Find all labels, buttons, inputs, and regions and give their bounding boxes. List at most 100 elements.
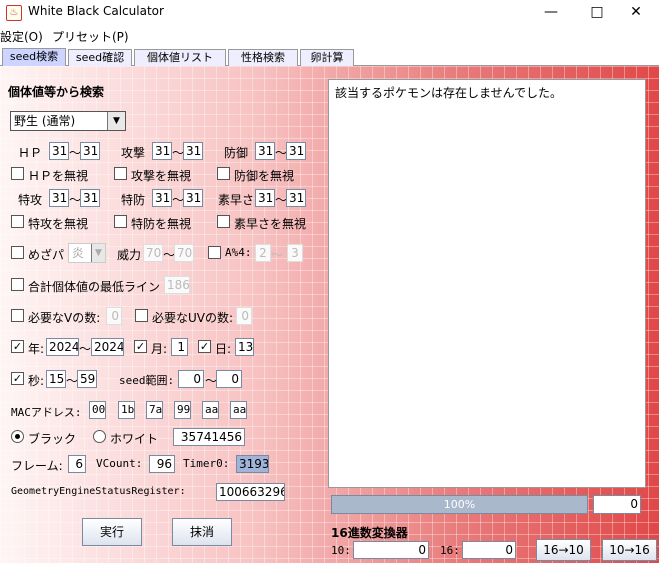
hex-input[interactable]: 0 <box>462 541 516 559</box>
hp-max-input[interactable]: 31 <box>80 142 100 160</box>
menu-bar: 設定(O) プリセット(P) <box>0 26 659 46</box>
needed-v-checkbox[interactable] <box>11 309 24 322</box>
hp-label: ＨＰ <box>18 146 43 160</box>
spa-min-input[interactable]: 31 <box>49 189 69 207</box>
chevron-down-icon[interactable]: ▼ <box>91 244 105 262</box>
encounter-select[interactable]: 野生 (通常) ▼ <box>10 111 126 131</box>
tab-seed-search[interactable]: seed検索 <box>2 48 66 66</box>
def-ignore-label: 防御を無視 <box>234 169 295 183</box>
atk-max-input[interactable]: 31 <box>183 142 203 160</box>
total-iv-label: 合計個体値の最低ライン <box>28 280 161 294</box>
power-max-input[interactable]: 70 <box>174 244 194 262</box>
encounter-value: 野生 (通常) <box>14 114 76 128</box>
menu-settings[interactable]: 設定(O) <box>0 28 43 45</box>
month-input[interactable]: 1 <box>171 338 188 356</box>
atk-min-input[interactable]: 31 <box>152 142 172 160</box>
year-label: 年: <box>28 342 45 356</box>
mac-byte-input[interactable]: 99 <box>174 401 191 419</box>
hidden-power-type: 炎 <box>72 246 85 260</box>
seed-range-label: seed範囲: <box>119 374 175 387</box>
hp-ignore-checkbox[interactable] <box>11 167 24 180</box>
def-min-input[interactable]: 31 <box>255 142 275 160</box>
run-button[interactable]: 実行 <box>82 518 142 546</box>
spd-min-input[interactable]: 31 <box>152 189 172 207</box>
dec-input[interactable]: 0 <box>353 541 429 559</box>
year-to-input[interactable]: 2024 <box>91 338 124 356</box>
chevron-down-icon[interactable]: ▼ <box>107 112 125 130</box>
tab-seed-check[interactable]: seed確認 <box>68 49 132 66</box>
spa-max-input[interactable]: 31 <box>80 189 100 207</box>
atk-label: 攻撃 <box>121 146 146 160</box>
seconds-from-input[interactable]: 15 <box>46 370 66 388</box>
hp-ignore-label: ＨＰを無視 <box>28 169 89 183</box>
tab-egg-calc[interactable]: 卵計算 <box>300 49 354 66</box>
needed-v-input[interactable]: 0 <box>106 307 122 325</box>
id-input[interactable]: 35741456 <box>173 428 245 446</box>
day-label: 日: <box>215 342 232 356</box>
main-panel: 個体値等から検索 野生 (通常) ▼ ＨＰ 31 〜 31 攻撃 31 〜 31… <box>0 66 659 563</box>
seconds-checkbox[interactable]: ✓ <box>11 372 24 385</box>
mac-byte-input[interactable]: 00 <box>89 401 106 419</box>
spe-min-input[interactable]: 31 <box>255 189 275 207</box>
seed-range-from-input[interactable]: 0 <box>178 370 204 388</box>
seconds-to-input[interactable]: 59 <box>77 370 97 388</box>
needed-v-label: 必要なVの数: <box>28 311 101 325</box>
title-bar: ♨ White Black Calculator — □ ✕ <box>0 0 659 26</box>
a-mod-label: A%4: <box>225 246 252 259</box>
def-max-input[interactable]: 31 <box>286 142 306 160</box>
hex-to-dec-button[interactable]: 16→10 <box>536 539 591 561</box>
hidden-power-type-select[interactable]: 炎 ▼ <box>68 243 106 263</box>
dec-to-hex-button[interactable]: 10→16 <box>602 539 657 561</box>
power-label: 威力 <box>117 248 142 262</box>
day-checkbox[interactable]: ✓ <box>198 340 211 353</box>
year-checkbox[interactable]: ✓ <box>11 340 24 353</box>
a-mod-min-input[interactable]: 2 <box>255 244 271 262</box>
mac-byte-input[interactable]: 1b <box>118 401 135 419</box>
tab-iv-list[interactable]: 個体値リスト <box>134 49 226 66</box>
white-radio[interactable] <box>93 430 106 443</box>
mac-byte-input[interactable]: aa <box>202 401 219 419</box>
total-iv-checkbox[interactable] <box>11 278 24 291</box>
def-ignore-checkbox[interactable] <box>217 167 230 180</box>
mac-byte-input[interactable]: aa <box>230 401 247 419</box>
black-radio[interactable] <box>11 430 24 443</box>
year-from-input[interactable]: 2024 <box>46 338 79 356</box>
close-button[interactable]: ✕ <box>613 0 659 26</box>
tilde: 〜 <box>271 248 284 262</box>
spe-ignore-checkbox[interactable] <box>217 215 230 228</box>
power-min-input[interactable]: 70 <box>143 244 163 262</box>
window-title: White Black Calculator <box>28 4 164 18</box>
total-iv-input[interactable]: 186 <box>164 276 190 294</box>
needed-u-checkbox[interactable] <box>135 309 148 322</box>
spe-label: 素早さ <box>218 193 255 207</box>
clear-button[interactable]: 抹消 <box>172 518 232 546</box>
a-mod-checkbox[interactable] <box>208 246 221 259</box>
hp-min-input[interactable]: 31 <box>49 142 69 160</box>
seed-range-to-input[interactable]: 0 <box>216 370 242 388</box>
day-input[interactable]: 13 <box>235 338 254 356</box>
timer0-input[interactable]: 3193 <box>236 455 269 473</box>
minimize-button[interactable]: — <box>528 0 574 26</box>
hidden-power-checkbox[interactable] <box>11 246 24 259</box>
tab-nature-search[interactable]: 性格検索 <box>228 49 298 66</box>
vcount-input[interactable]: 96 <box>149 455 175 473</box>
spd-ignore-checkbox[interactable] <box>114 215 127 228</box>
mac-byte-input[interactable]: 7a <box>146 401 163 419</box>
menu-preset[interactable]: プリセット(P) <box>52 28 129 45</box>
spe-max-input[interactable]: 31 <box>286 189 306 207</box>
result-textarea[interactable]: 該当するポケモンは存在しませんでした。 <box>328 79 646 488</box>
gesr-input[interactable]: 100663296 <box>216 483 285 501</box>
frame-input[interactable]: 6 <box>68 455 86 473</box>
spd-max-input[interactable]: 31 <box>183 189 203 207</box>
month-label: 月: <box>151 342 168 356</box>
spa-ignore-checkbox[interactable] <box>11 215 24 228</box>
java-app-icon: ♨ <box>6 5 22 21</box>
atk-ignore-checkbox[interactable] <box>114 167 127 180</box>
result-message: 該当するポケモンは存在しませんでした。 <box>335 86 563 100</box>
month-checkbox[interactable]: ✓ <box>134 340 147 353</box>
hex-label: 16: <box>440 544 460 557</box>
spd-label: 特防 <box>121 193 146 207</box>
gesr-label: GeometryEngineStatusRegister: <box>11 486 186 497</box>
a-mod-max-input[interactable]: 3 <box>287 244 303 262</box>
needed-u-input[interactable]: 0 <box>236 307 252 325</box>
